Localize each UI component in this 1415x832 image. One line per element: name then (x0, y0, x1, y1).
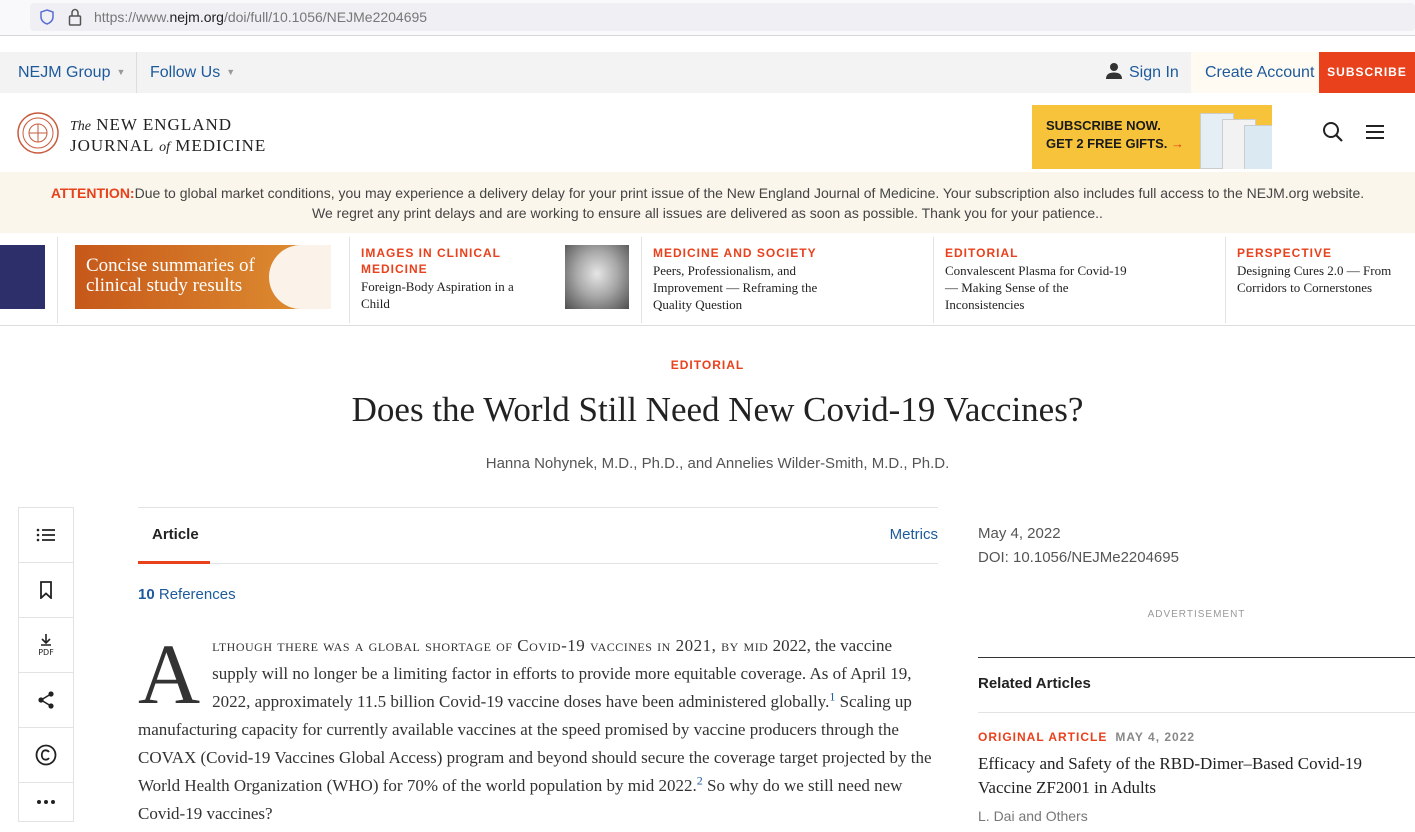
banner-text: Concise summaries of clinical study resu… (86, 255, 255, 296)
carousel-thumbnail[interactable] (0, 245, 45, 309)
user-icon (1106, 63, 1122, 79)
related-article-authors: L. Dai and Others (978, 808, 1088, 824)
article-body: Although there was a global shortage of … (138, 626, 932, 823)
related-article-meta: ORIGINAL ARTICLE MAY 4, 2022 (978, 730, 1196, 744)
doi: DOI: 10.1056/NEJMe2204695 (978, 549, 1179, 566)
subscribe-button[interactable]: SUBSCRIBE (1319, 52, 1415, 93)
share-button[interactable] (19, 673, 73, 728)
create-account-link[interactable]: Create Account (1191, 52, 1319, 93)
create-account-label: Create Account (1205, 64, 1315, 81)
chevron-down-icon: ▼ (226, 67, 236, 78)
carousel-item[interactable]: PERSPECTIVE Designing Cures 2.0 — From C… (1237, 245, 1415, 296)
bookmark-button[interactable] (19, 563, 73, 618)
active-tab-indicator (138, 561, 210, 564)
tab-article[interactable]: Article (152, 526, 199, 543)
carousel-item-category: PERSPECTIVE (1237, 246, 1333, 260)
nejm-group-menu[interactable]: NEJM Group ▼ (18, 52, 125, 93)
carousel-item[interactable]: IMAGES IN CLINICAL MEDICINE Foreign-Body… (361, 245, 551, 312)
copyright-icon (35, 744, 57, 766)
attention-label: ATTENTION: (50, 185, 135, 201)
carousel-item-title: Peers, Professionalism, and Improvement … (653, 263, 818, 312)
carousel-item-category: IMAGES IN CLINICAL MEDICINE (361, 246, 501, 276)
carousel-item[interactable]: MEDICINE AND SOCIETY Peers, Professional… (653, 245, 923, 313)
chest-xray-thumbnail[interactable] (565, 245, 629, 309)
publication-date: May 4, 2022 (978, 525, 1061, 542)
related-articles-heading: Related Articles (978, 675, 1091, 692)
contents-button[interactable] (19, 508, 73, 563)
carousel-item[interactable]: EDITORIAL Convalescent Plasma for Covid-… (945, 245, 1215, 313)
attention-notice: ATTENTION:Due to global market condition… (0, 172, 1415, 233)
more-button[interactable] (19, 783, 73, 821)
masthead: The NEW ENGLAND JOURNAL of MEDICINE SUBS… (0, 93, 1415, 172)
chevron-down-icon: ▼ (116, 67, 126, 78)
lead-text: lthough there was a global shortage of C… (212, 636, 769, 655)
journal-logo-text[interactable]: The NEW ENGLAND JOURNAL of MEDICINE (70, 115, 266, 157)
article-category: EDITORIAL (670, 358, 745, 372)
article-title: Does the World Still Need New Covid-19 V… (351, 390, 1084, 429)
drop-cap: A (138, 626, 201, 722)
pdf-download-button[interactable]: PDF (19, 618, 73, 673)
lock-icon[interactable] (68, 8, 82, 26)
related-article-title[interactable]: Efficacy and Safety of the RBD-Dimer–Bas… (978, 752, 1398, 800)
magazine-cover-image (1244, 125, 1272, 169)
contents-icon (36, 528, 55, 542)
attention-text: Due to global market conditions, you may… (134, 185, 1365, 221)
browser-url-bar: https://www.nejm.org/doi/full/10.1056/NE… (0, 0, 1415, 36)
references-link[interactable]: 10 References (138, 586, 236, 603)
sign-in-link[interactable]: Sign In (1105, 52, 1179, 93)
featured-carousel: Concise summaries of clinical study resu… (0, 233, 1415, 326)
arrow-right-icon: → (1170, 136, 1184, 151)
share-icon (38, 691, 54, 709)
carousel-item-title: Foreign-Body Aspiration in a Child (361, 279, 514, 311)
carousel-item-title: Convalescent Plasma for Covid-19 — Makin… (945, 263, 1127, 312)
carousel-item-category: EDITORIAL (945, 246, 1019, 260)
tab-metrics[interactable]: Metrics (890, 526, 938, 543)
advertisement-label: ADVERTISEMENT (1147, 609, 1246, 620)
article-tabs: Article Metrics (138, 507, 938, 564)
nejm-seal-logo[interactable] (17, 112, 59, 154)
follow-us-menu[interactable]: Follow Us ▼ (150, 52, 235, 93)
subscribe-promo-banner[interactable]: SUBSCRIBE NOW. GET 2 FREE GIFTS. → (1032, 105, 1272, 169)
pdf-download-icon: PDF (38, 634, 54, 657)
more-icon (37, 800, 55, 804)
copyright-button[interactable] (19, 728, 73, 783)
utility-bar: NEJM Group ▼ Follow Us ▼ Sign In Create Ac… (0, 52, 1415, 93)
carousel-item-title: Designing Cures 2.0 — From Corridors to … (1237, 263, 1392, 295)
carousel-item-category: MEDICINE AND SOCIETY (653, 246, 817, 260)
vaccine-vial-image (269, 245, 331, 309)
search-icon[interactable] (1322, 121, 1344, 143)
svg-text:PDF: PDF (38, 648, 54, 657)
hamburger-menu-icon[interactable] (1365, 124, 1385, 140)
url-text[interactable]: https://www.nejm.org/doi/full/10.1056/NE… (94, 9, 427, 25)
shield-icon[interactable] (40, 9, 54, 25)
article-tools: PDF (18, 507, 74, 822)
article-authors[interactable]: Hanna Nohynek, M.D., Ph.D., and Annelies… (0, 455, 1415, 472)
clinical-summaries-banner[interactable]: Concise summaries of clinical study resu… (75, 245, 331, 309)
bookmark-icon (40, 581, 52, 599)
address-field[interactable]: https://www.nejm.org/doi/full/10.1056/NE… (30, 3, 1415, 31)
